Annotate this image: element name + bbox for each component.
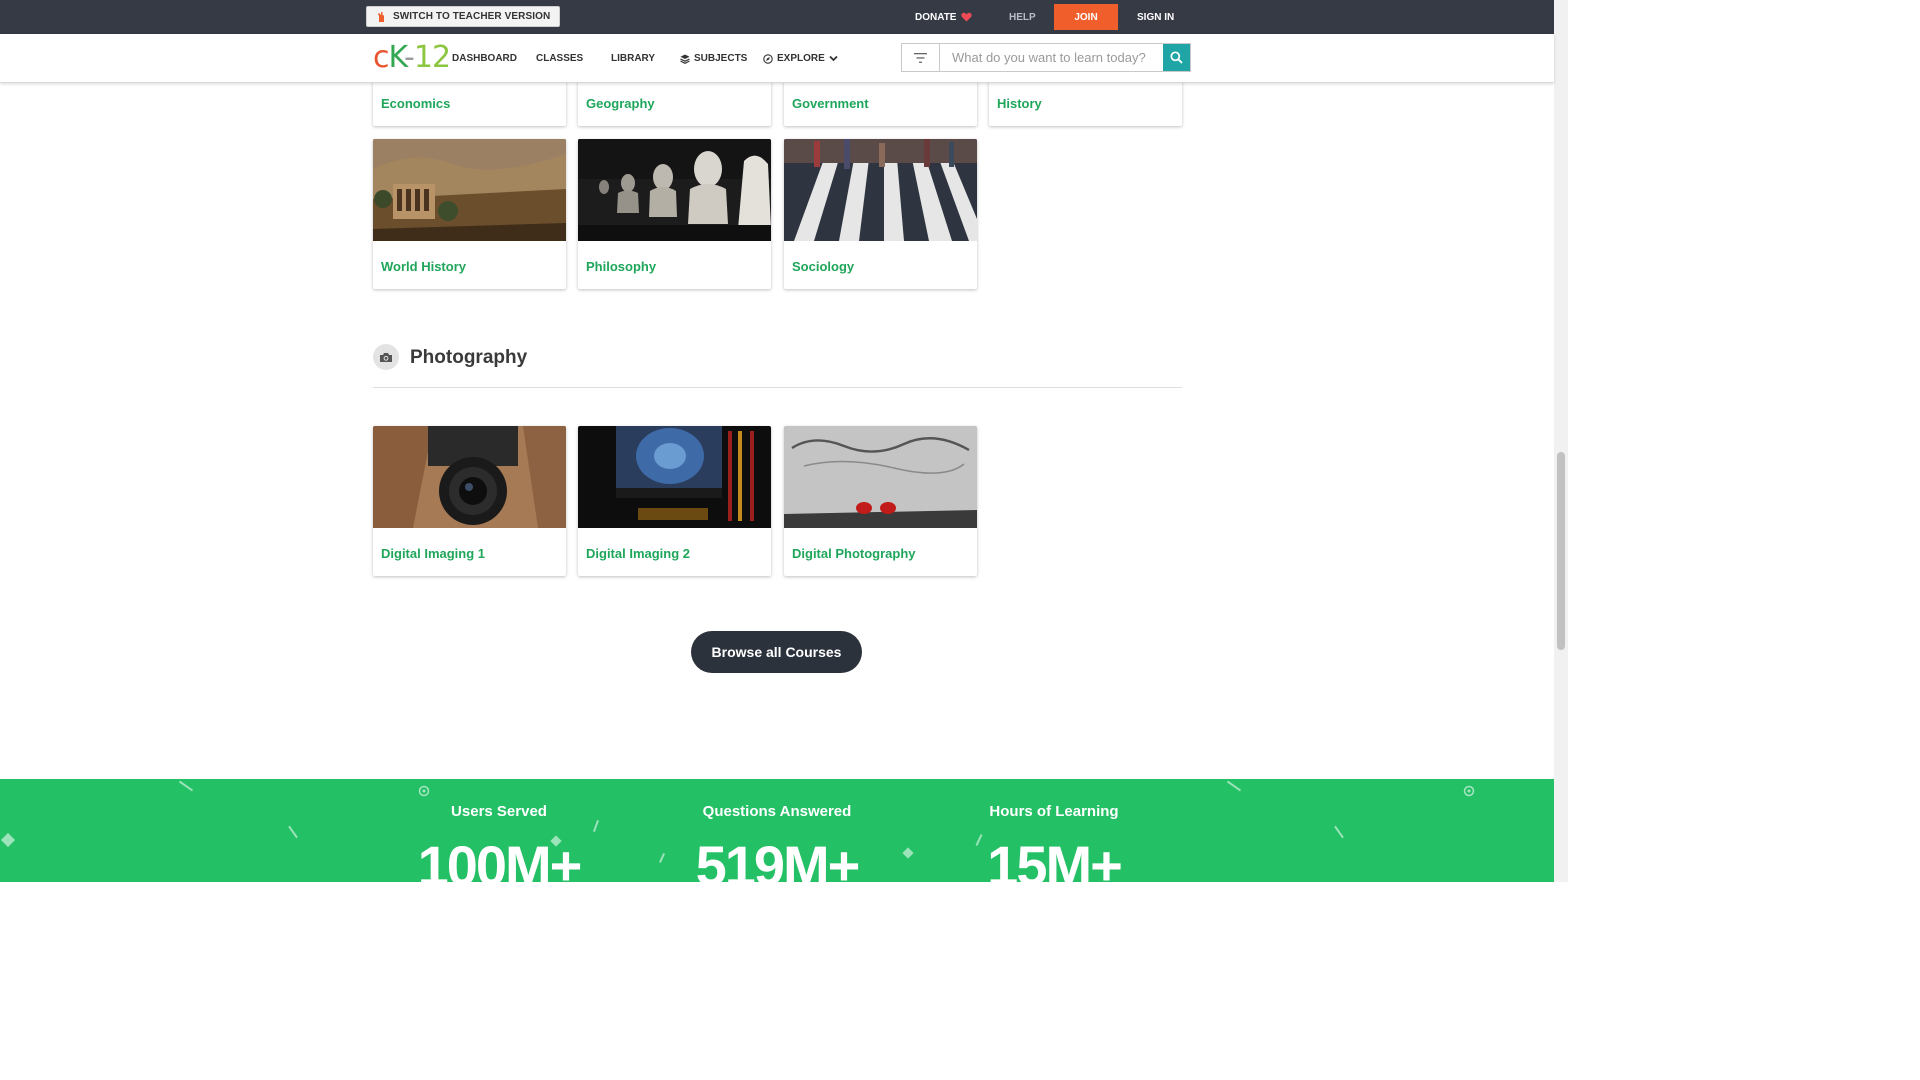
compass-icon <box>763 53 773 64</box>
heart-icon <box>961 12 973 22</box>
course-card-sociology[interactable]: Sociology <box>784 139 977 289</box>
switch-to-teacher-label: SWITCH TO TEACHER VERSION <box>393 11 551 22</box>
top-bar: SWITCH TO TEACHER VERSION DONATE HELP JO… <box>0 0 1554 34</box>
scrollbar-thumb[interactable] <box>1557 452 1565 650</box>
circle-decoration <box>1463 785 1475 797</box>
nav-explore[interactable]: EXPLORE <box>763 34 838 83</box>
help-link[interactable]: HELP <box>1009 0 1036 34</box>
filter-icon <box>914 52 927 63</box>
sociology-image <box>784 139 977 241</box>
search-icon <box>1170 51 1183 64</box>
ck12-logo[interactable]: cK-12 <box>373 40 451 75</box>
search-button[interactable] <box>1163 44 1190 71</box>
digital-imaging-1-image <box>373 426 566 528</box>
confetti-decoration <box>0 832 16 848</box>
world-history-image <box>373 139 566 241</box>
stat-label: Users Served <box>451 803 547 820</box>
course-label: World History <box>381 259 466 274</box>
nav-subjects-label: SUBJECTS <box>694 53 748 64</box>
stat-value: 100M+ <box>417 834 583 882</box>
confetti-decoration <box>178 780 194 792</box>
nav-explore-label: EXPLORE <box>777 53 825 64</box>
main-nav: cK-12 DASHBOARD CLASSES LIBRARY SUBJECTS… <box>0 34 1554 83</box>
nav-library[interactable]: LIBRARY <box>611 34 655 83</box>
stack-icon <box>680 54 690 64</box>
philosophy-image <box>578 139 771 241</box>
search-input[interactable] <box>940 44 1163 71</box>
course-label: Digital Imaging 1 <box>381 546 486 561</box>
course-label: Digital Photography <box>792 546 916 561</box>
course-label: History <box>997 96 1042 111</box>
digital-photography-image <box>784 426 977 528</box>
confetti-decoration <box>1334 825 1344 839</box>
course-label: Government <box>792 96 869 111</box>
stat-value: 15M+ <box>987 834 1123 882</box>
nav-subjects[interactable]: SUBJECTS <box>680 34 747 83</box>
logo-c: c <box>373 40 389 75</box>
course-card-world-history[interactable]: World History <box>373 139 566 289</box>
filter-button[interactable] <box>902 44 940 71</box>
camera-icon <box>373 344 399 370</box>
course-label: Geography <box>586 96 655 111</box>
hand-icon <box>378 11 384 22</box>
course-label: Philosophy <box>586 259 657 274</box>
sign-in-link[interactable]: SIGN IN <box>1137 0 1174 34</box>
circle-decoration <box>418 785 430 797</box>
logo-dash: - <box>404 40 415 75</box>
digital-imaging-2-image <box>578 426 771 528</box>
course-label: Economics <box>381 96 451 111</box>
stat-value: 519M+ <box>695 834 861 882</box>
chevron-down-icon <box>829 55 838 62</box>
logo-12: 12 <box>413 40 451 75</box>
section-title: Photography <box>410 347 528 368</box>
nav-classes[interactable]: CLASSES <box>536 34 583 83</box>
donate-link[interactable]: DONATE <box>915 0 973 34</box>
course-card-digital-imaging-2[interactable]: Digital Imaging 2 <box>578 426 771 576</box>
confetti-decoration <box>288 825 298 839</box>
confetti-decoration <box>1226 780 1242 792</box>
join-button[interactable]: JOIN <box>1054 4 1118 30</box>
search-bar <box>901 43 1191 72</box>
donate-label: DONATE <box>915 11 957 23</box>
stats-band: Users Served 100M+ Questions Answered 51… <box>0 779 1554 882</box>
switch-to-teacher-button[interactable]: SWITCH TO TEACHER VERSION <box>366 6 561 27</box>
course-card-digital-photography[interactable]: Digital Photography <box>784 426 977 576</box>
course-card-digital-imaging-1[interactable]: Digital Imaging 1 <box>373 426 566 576</box>
page-scrollbar[interactable] <box>1554 0 1568 882</box>
stat-label: Questions Answered <box>702 803 852 820</box>
stat-label: Hours of Learning <box>989 803 1119 820</box>
course-label: Sociology <box>792 259 855 274</box>
logo-k: K <box>388 40 406 75</box>
photography-section-header: Photography <box>373 344 1182 388</box>
course-label: Digital Imaging 2 <box>586 546 691 561</box>
browse-all-courses-button[interactable]: Browse all Courses <box>691 631 862 673</box>
course-card-philosophy[interactable]: Philosophy <box>578 139 771 289</box>
nav-dashboard[interactable]: DASHBOARD <box>452 34 517 83</box>
